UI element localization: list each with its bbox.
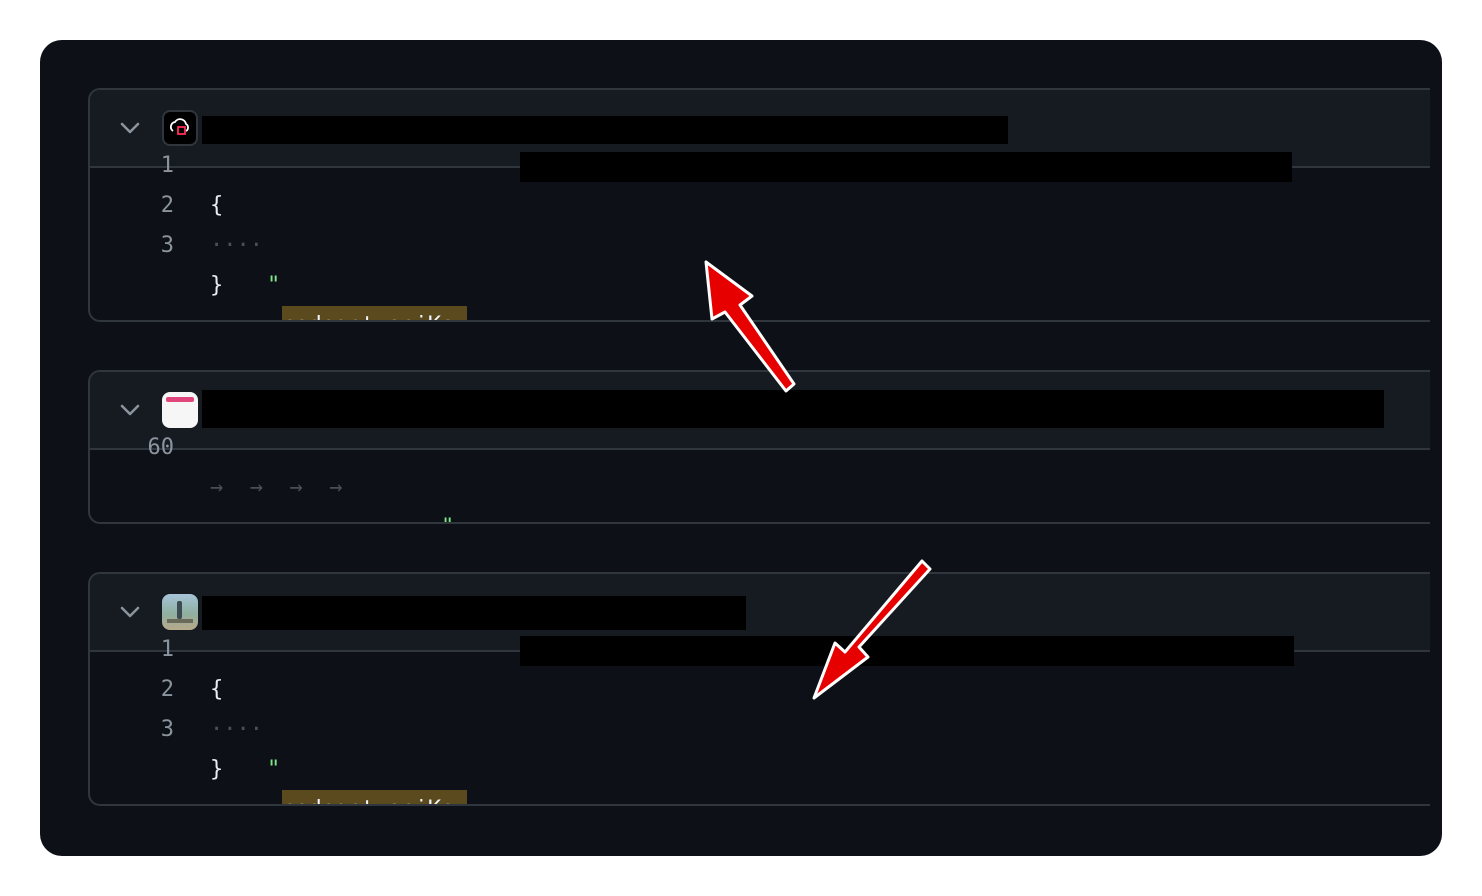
code-line: 2 ···· " codegpt.apiKey " : (90, 630, 1430, 804)
code-line: 1 { (90, 106, 1430, 218)
json-key: codegpt.apiKey (282, 306, 468, 320)
line-number: 3 (160, 717, 174, 742)
code-line: 1 { (90, 590, 1430, 702)
indent-whitespace: ···· (210, 717, 263, 742)
code-line: 3 } (90, 670, 1430, 782)
json-key: codegpt.apiKey (282, 790, 468, 804)
code-line: 3 } (90, 186, 1430, 298)
string-quote: " (441, 508, 454, 522)
code-line: 2 ···· " codegpt.apiKey " : (90, 146, 1430, 320)
code-search-results-panel: 1 { 2 ···· " codegpt.apiKey " : 3 } (40, 40, 1442, 856)
indent-whitespace: → → → → (210, 475, 343, 500)
redacted-api-key (520, 636, 1294, 666)
line-number: 60 (147, 435, 175, 460)
line-number: 3 (160, 233, 174, 258)
redacted-api-key (520, 152, 1292, 182)
code-line: 60 → → → → " CodeGPT.apiKey " : · { (90, 388, 1430, 522)
string-quote: " (267, 273, 281, 298)
string-quote: " (267, 757, 281, 782)
code-text: } (210, 273, 224, 298)
code-text: } (210, 757, 224, 782)
result-card: 60 → → → → " CodeGPT.apiKey " : · { (88, 370, 1430, 524)
indent-whitespace: ···· (210, 233, 263, 258)
result-card: 1 { 2 ···· " codegpt.apiKey " : 3 } (88, 88, 1430, 322)
result-card: 1 { 2 ···· " codegpt.apiKey " : 3 } (88, 572, 1430, 806)
